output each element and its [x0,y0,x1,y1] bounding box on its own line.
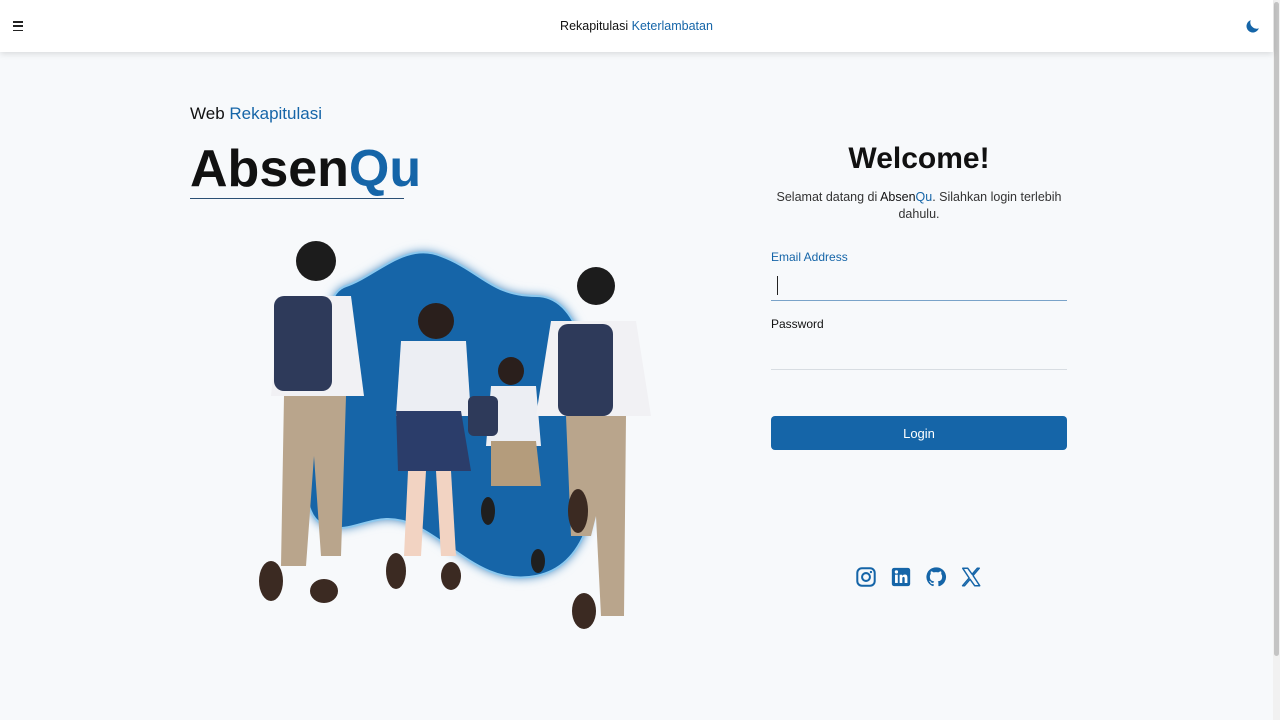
x-icon[interactable] [960,566,982,588]
brand-part2: Qu [348,140,422,198]
welcome-heading: Welcome! [848,142,990,175]
hero-illustration [259,241,651,629]
email-label: Email Address [771,250,848,264]
social-links [855,566,982,588]
linkedin-icon[interactable] [890,566,912,588]
web-prefix: Web [190,104,225,123]
scrollbar-thumb[interactable] [1274,2,1279,656]
scrollbar[interactable] [1273,0,1280,720]
moon-icon[interactable] [1244,18,1261,35]
web-subtitle: Web Rekapitulasi [190,104,322,124]
password-field[interactable] [771,340,1067,370]
password-label: Password [771,317,824,331]
subtitle-before: Selamat datang di [776,190,878,204]
top-navbar: Rekapitulasi Keterlambatan [0,0,1273,52]
page-title-part1: Rekapitulasi [560,19,629,33]
page-title-part2: Keterlambatan [631,19,713,33]
web-prefix-accent: Rekapitulasi [229,104,322,123]
email-field[interactable] [771,271,1067,301]
instagram-icon[interactable] [855,566,877,588]
page-title: Rekapitulasi Keterlambatan [560,19,713,33]
brand-part1: Absen [190,140,349,198]
login-button[interactable]: Login [771,416,1067,450]
subtitle-brand-part1: Absen [880,190,916,204]
brand-logo: AbsenQu [190,140,421,199]
hamburger-icon[interactable] [13,19,25,33]
text-caret [777,276,778,295]
subtitle-brand: AbsenQu [880,190,932,204]
github-icon[interactable] [925,566,947,588]
subtitle-brand-part2: Qu [915,190,933,204]
welcome-subtitle: Selamat datang di AbsenQu. Silahkan logi… [771,189,1067,223]
